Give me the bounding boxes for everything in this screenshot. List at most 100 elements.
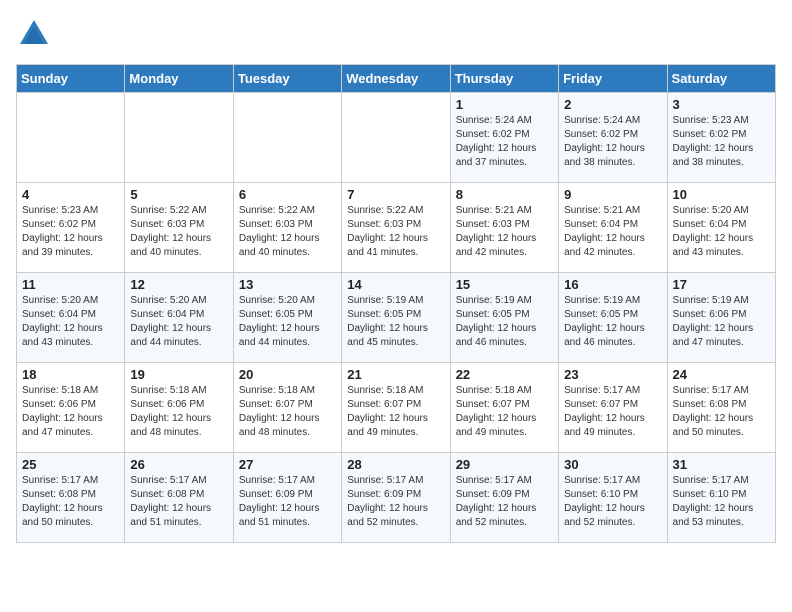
day-detail: Sunrise: 5:18 AM Sunset: 6:07 PM Dayligh…: [239, 384, 336, 440]
calendar-cell: 1 Sunrise: 5:24 AM Sunset: 6:02 PM Daylig…: [450, 93, 558, 183]
header-sunday: Sunday: [17, 65, 125, 93]
calendar-cell: 27 Sunrise: 5:17 AM Sunset: 6:09 PM Dayli…: [233, 453, 341, 543]
day-number: 15: [456, 277, 553, 292]
day-detail: Sunrise: 5:21 AM Sunset: 6:04 PM Dayligh…: [564, 204, 661, 260]
calendar-cell: 23Sunrise: 5:17 AM Sunset: 6:07 PM Dayli…: [559, 363, 667, 453]
calendar-cell: 14 Sunrise: 5:19 AM Sunset: 6:05 PM Dayli…: [342, 273, 450, 363]
calendar-cell: 9 Sunrise: 5:21 AM Sunset: 6:04 PM Daylig…: [559, 183, 667, 273]
day-number: 20: [239, 367, 336, 382]
day-number: 1: [456, 97, 553, 112]
calendar-cell: 31 Sunrise: 5:17 AM Sunset: 6:10 PM Dayli…: [667, 453, 775, 543]
header-monday: Monday: [125, 65, 233, 93]
day-number: 7: [347, 187, 444, 202]
day-number: 5: [130, 187, 227, 202]
calendar-cell: 7 Sunrise: 5:22 AM Sunset: 6:03 PM Daylig…: [342, 183, 450, 273]
calendar-cell: 10 Sunrise: 5:20 AM Sunset: 6:04 PM Dayli…: [667, 183, 775, 273]
day-number: 23: [564, 367, 661, 382]
day-number: 16: [564, 277, 661, 292]
day-number: 13: [239, 277, 336, 292]
day-detail: Sunrise: 5:17 AM Sunset: 6:08 PM Dayligh…: [130, 474, 227, 530]
calendar-cell: 5 Sunrise: 5:22 AM Sunset: 6:03 PM Daylig…: [125, 183, 233, 273]
day-detail: Sunrise: 5:17 AM Sunset: 6:08 PM Dayligh…: [673, 384, 770, 440]
day-number: 3: [673, 97, 770, 112]
day-number: 4: [22, 187, 119, 202]
day-number: 8: [456, 187, 553, 202]
calendar-week-row: 1 Sunrise: 5:24 AM Sunset: 6:02 PM Daylig…: [17, 93, 776, 183]
day-number: 14: [347, 277, 444, 292]
day-detail: Sunrise: 5:22 AM Sunset: 6:03 PM Dayligh…: [130, 204, 227, 260]
calendar-week-row: 25 Sunrise: 5:17 AM Sunset: 6:08 PM Dayli…: [17, 453, 776, 543]
calendar-cell: 25 Sunrise: 5:17 AM Sunset: 6:08 PM Dayli…: [17, 453, 125, 543]
day-number: 28: [347, 457, 444, 472]
calendar-cell: 21Sunrise: 5:18 AM Sunset: 6:07 PM Dayli…: [342, 363, 450, 453]
header-saturday: Saturday: [667, 65, 775, 93]
day-number: 10: [673, 187, 770, 202]
calendar-cell: 3 Sunrise: 5:23 AM Sunset: 6:02 PM Daylig…: [667, 93, 775, 183]
page-header: [16, 16, 776, 52]
calendar-cell: 8 Sunrise: 5:21 AM Sunset: 6:03 PM Daylig…: [450, 183, 558, 273]
day-detail: Sunrise: 5:20 AM Sunset: 6:04 PM Dayligh…: [130, 294, 227, 350]
calendar-cell: 13Sunrise: 5:20 AM Sunset: 6:05 PM Dayli…: [233, 273, 341, 363]
day-detail: Sunrise: 5:19 AM Sunset: 6:05 PM Dayligh…: [456, 294, 553, 350]
day-detail: Sunrise: 5:17 AM Sunset: 6:09 PM Dayligh…: [239, 474, 336, 530]
day-number: 6: [239, 187, 336, 202]
day-detail: Sunrise: 5:17 AM Sunset: 6:10 PM Dayligh…: [673, 474, 770, 530]
day-number: 9: [564, 187, 661, 202]
calendar-cell: 12Sunrise: 5:20 AM Sunset: 6:04 PM Dayli…: [125, 273, 233, 363]
header-wednesday: Wednesday: [342, 65, 450, 93]
calendar-cell: 17 Sunrise: 5:19 AM Sunset: 6:06 PM Dayli…: [667, 273, 775, 363]
calendar-week-row: 4 Sunrise: 5:23 AM Sunset: 6:02 PM Daylig…: [17, 183, 776, 273]
day-detail: Sunrise: 5:17 AM Sunset: 6:09 PM Dayligh…: [456, 474, 553, 530]
day-number: 17: [673, 277, 770, 292]
logo-icon: [16, 16, 52, 52]
day-detail: Sunrise: 5:19 AM Sunset: 6:05 PM Dayligh…: [347, 294, 444, 350]
calendar-cell: [342, 93, 450, 183]
day-detail: Sunrise: 5:21 AM Sunset: 6:03 PM Dayligh…: [456, 204, 553, 260]
calendar-week-row: 11 Sunrise: 5:20 AM Sunset: 6:04 PM Dayli…: [17, 273, 776, 363]
calendar-cell: 11 Sunrise: 5:20 AM Sunset: 6:04 PM Dayli…: [17, 273, 125, 363]
logo: [16, 16, 58, 52]
day-detail: Sunrise: 5:22 AM Sunset: 6:03 PM Dayligh…: [347, 204, 444, 260]
header-friday: Friday: [559, 65, 667, 93]
calendar-cell: 28 Sunrise: 5:17 AM Sunset: 6:09 PM Dayli…: [342, 453, 450, 543]
calendar-cell: 29 Sunrise: 5:17 AM Sunset: 6:09 PM Dayli…: [450, 453, 558, 543]
day-detail: Sunrise: 5:19 AM Sunset: 6:06 PM Dayligh…: [673, 294, 770, 350]
day-number: 30: [564, 457, 661, 472]
day-detail: Sunrise: 5:23 AM Sunset: 6:02 PM Dayligh…: [22, 204, 119, 260]
calendar-cell: 24 Sunrise: 5:17 AM Sunset: 6:08 PM Dayli…: [667, 363, 775, 453]
day-detail: Sunrise: 5:23 AM Sunset: 6:02 PM Dayligh…: [673, 114, 770, 170]
day-number: 26: [130, 457, 227, 472]
calendar-cell: 30 Sunrise: 5:17 AM Sunset: 6:10 PM Dayli…: [559, 453, 667, 543]
day-detail: Sunrise: 5:20 AM Sunset: 6:04 PM Dayligh…: [22, 294, 119, 350]
calendar-cell: 18 Sunrise: 5:18 AM Sunset: 6:06 PM Dayli…: [17, 363, 125, 453]
calendar-cell: [17, 93, 125, 183]
day-number: 31: [673, 457, 770, 472]
day-number: 29: [456, 457, 553, 472]
day-detail: Sunrise: 5:20 AM Sunset: 6:04 PM Dayligh…: [673, 204, 770, 260]
day-detail: Sunrise: 5:17 AM Sunset: 6:09 PM Dayligh…: [347, 474, 444, 530]
header-tuesday: Tuesday: [233, 65, 341, 93]
calendar-cell: 20 Sunrise: 5:18 AM Sunset: 6:07 PM Dayli…: [233, 363, 341, 453]
day-detail: Sunrise: 5:18 AM Sunset: 6:06 PM Dayligh…: [22, 384, 119, 440]
calendar-header-row: SundayMondayTuesdayWednesdayThursdayFrid…: [17, 65, 776, 93]
day-detail: Sunrise: 5:17 AM Sunset: 6:10 PM Dayligh…: [564, 474, 661, 530]
day-number: 24: [673, 367, 770, 382]
calendar-cell: 19Sunrise: 5:18 AM Sunset: 6:06 PM Dayli…: [125, 363, 233, 453]
day-number: 27: [239, 457, 336, 472]
calendar-cell: [233, 93, 341, 183]
calendar-week-row: 18 Sunrise: 5:18 AM Sunset: 6:06 PM Dayli…: [17, 363, 776, 453]
calendar-cell: 15 Sunrise: 5:19 AM Sunset: 6:05 PM Dayli…: [450, 273, 558, 363]
calendar-table: SundayMondayTuesdayWednesdayThursdayFrid…: [16, 64, 776, 543]
day-number: 25: [22, 457, 119, 472]
day-number: 18: [22, 367, 119, 382]
calendar-cell: 16 Sunrise: 5:19 AM Sunset: 6:05 PM Dayli…: [559, 273, 667, 363]
calendar-cell: 4 Sunrise: 5:23 AM Sunset: 6:02 PM Daylig…: [17, 183, 125, 273]
header-thursday: Thursday: [450, 65, 558, 93]
day-number: 11: [22, 277, 119, 292]
day-detail: Sunrise: 5:19 AM Sunset: 6:05 PM Dayligh…: [564, 294, 661, 350]
day-detail: Sunrise: 5:24 AM Sunset: 6:02 PM Dayligh…: [456, 114, 553, 170]
day-detail: Sunrise: 5:18 AM Sunset: 6:07 PM Dayligh…: [456, 384, 553, 440]
day-detail: Sunrise: 5:18 AM Sunset: 6:07 PM Dayligh…: [347, 384, 444, 440]
calendar-cell: [125, 93, 233, 183]
day-detail: Sunrise: 5:17 AM Sunset: 6:08 PM Dayligh…: [22, 474, 119, 530]
